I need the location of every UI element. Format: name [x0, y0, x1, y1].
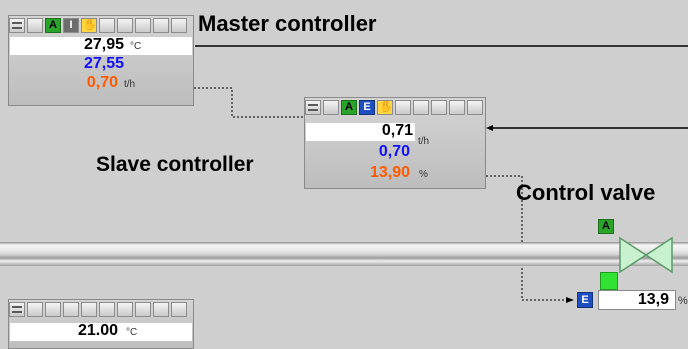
slave-out-row: 13,90 % [306, 164, 484, 183]
valve-position-unit: % [678, 295, 688, 307]
slave-external-button[interactable]: E [359, 100, 375, 115]
slave-pv-row: 0,71 [306, 122, 415, 141]
master-internal-button[interactable]: I [63, 18, 79, 33]
lower-controller-block[interactable]: 21.00 °C [8, 299, 194, 349]
slave-slot-3[interactable] [431, 100, 447, 115]
slave-toolbar: A E ✋ [305, 98, 485, 118]
master-out-value: 0,70 [86, 74, 118, 91]
master-menu-icon[interactable] [9, 18, 25, 33]
lower-toolbar [9, 300, 193, 320]
master-auto-button[interactable]: A [45, 18, 61, 33]
slave-pv-value: 0,71 [381, 122, 413, 139]
lower-slot-6[interactable] [117, 302, 133, 317]
master-out-row: 0,70 t/h [10, 74, 192, 93]
slave-out-unit: % [419, 169, 428, 180]
slave-controller-title: Slave controller [96, 153, 254, 176]
valve-icon[interactable] [618, 235, 678, 275]
slave-controller-block[interactable]: A E ✋ 0,71 t/h 0,70 13,90 % [304, 97, 486, 189]
lower-slot-5[interactable] [99, 302, 115, 317]
slave-sp-row[interactable]: 0,70 [306, 143, 484, 162]
master-controller-title: Master controller [198, 11, 377, 36]
valve-status-indicator [600, 272, 618, 290]
lower-slot-3[interactable] [63, 302, 79, 317]
slave-auto-button[interactable]: A [341, 100, 357, 115]
master-sp-value: 27,55 [83, 55, 124, 72]
master-hand-icon[interactable]: ✋ [81, 18, 97, 33]
master-pv-unit: °C [130, 41, 142, 52]
slave-slot-1[interactable] [395, 100, 411, 115]
master-toolbar: A I ✋ [9, 16, 193, 36]
valve-position-display: 13,9 [598, 290, 676, 310]
slave-slot-2[interactable] [413, 100, 429, 115]
lower-slot-9[interactable] [171, 302, 187, 317]
lower-slot-8[interactable] [153, 302, 169, 317]
process-pipe [0, 242, 688, 266]
slave-slot-4[interactable] [449, 100, 465, 115]
valve-position-value: 13,9 [637, 291, 669, 308]
master-controller-block[interactable]: A I ✋ 27,95 °C 27,55 0,70 t/h [8, 15, 194, 106]
slave-sp-value: 0,70 [378, 143, 410, 160]
process-canvas: A I ✋ 27,95 °C 27,55 0,70 t/h A E ✋ 0,71… [0, 0, 688, 349]
lower-menu-icon[interactable] [9, 302, 25, 317]
master-sp-row[interactable]: 27,55 [10, 55, 192, 74]
lower-pv-value: 21.00 [77, 322, 118, 339]
master-to-slave-link [194, 87, 304, 118]
slave-hand-icon[interactable]: ✋ [377, 100, 393, 115]
master-blank-button[interactable] [27, 18, 43, 33]
lower-slot-7[interactable] [135, 302, 151, 317]
master-slot-3[interactable] [135, 18, 151, 33]
lower-pv-row: 21.00 °C [10, 322, 192, 341]
valve-link-arrowhead [566, 297, 574, 303]
slave-menu-icon[interactable] [305, 100, 321, 115]
lower-slot-4[interactable] [81, 302, 97, 317]
valve-external-badge[interactable]: E [577, 292, 593, 308]
master-pv-value: 27,95 [83, 36, 124, 53]
feedback-arrowhead [486, 125, 493, 131]
master-slot-5[interactable] [171, 18, 187, 33]
master-pv-row: 27,95 °C [10, 36, 192, 55]
slave-blank-button[interactable] [323, 100, 339, 115]
valve-mode-badge[interactable]: A [598, 219, 614, 234]
master-out-unit: t/h [124, 79, 136, 90]
lower-slot-2[interactable] [45, 302, 61, 317]
lower-pv-unit: °C [126, 327, 138, 338]
master-slot-2[interactable] [117, 18, 133, 33]
lower-slot-1[interactable] [27, 302, 43, 317]
master-slot-4[interactable] [153, 18, 169, 33]
slave-out-value: 13,90 [369, 164, 410, 181]
slave-slot-5[interactable] [467, 100, 483, 115]
master-slot-1[interactable] [99, 18, 115, 33]
control-valve-title: Control valve [516, 180, 656, 205]
